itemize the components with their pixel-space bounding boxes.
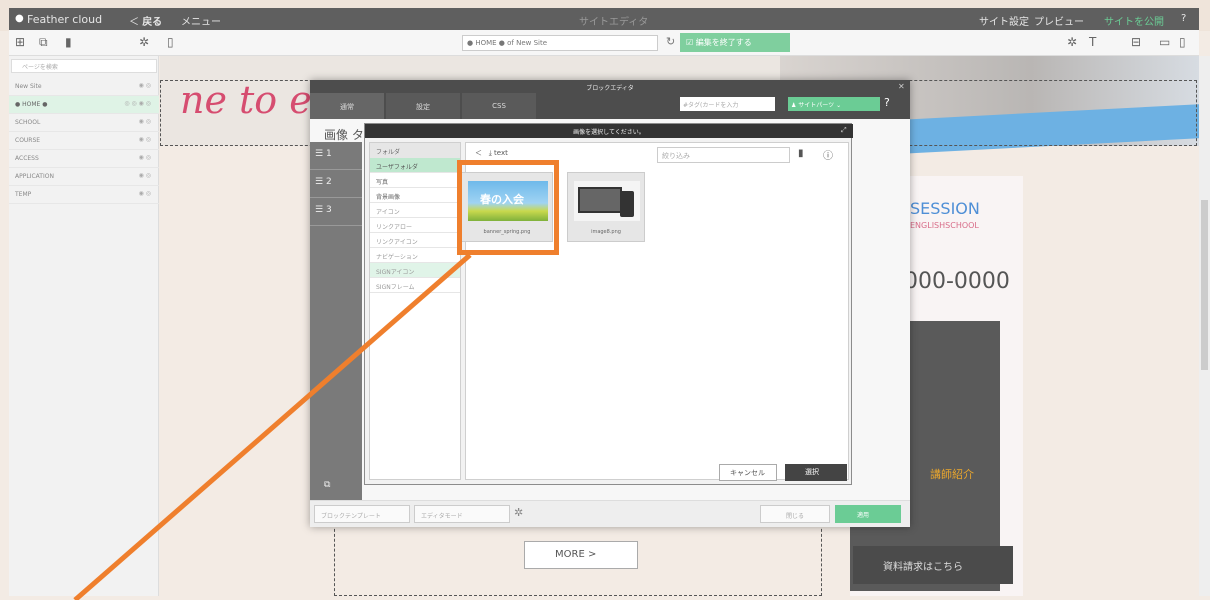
sidebar-item-temp[interactable]: TEMP ◉ ◎ [9,186,159,204]
folder-header: フォルダ [370,143,460,158]
publish-button[interactable]: サイトを公開 [1104,13,1164,28]
monitor-graphic [578,187,622,213]
folder-item-link-icon[interactable]: リンクアイコン [370,233,460,248]
editor-mode-button[interactable]: エディタモード [414,505,510,523]
phone-graphic [620,191,634,217]
preview-button[interactable]: プレビュー [1034,13,1084,28]
mobile-icon[interactable]: ▯ [1179,35,1186,49]
expand-icon[interactable]: ⤢ [841,126,847,135]
file-name: image8.png [591,229,621,235]
panel-icon[interactable]: ▯ [167,35,174,49]
folder-item-navigation[interactable]: ナビゲーション [370,248,460,263]
tab-normal[interactable]: 通常 [310,93,384,119]
chevron-left-icon[interactable]: ＜ [475,149,482,157]
sidebar-item-application[interactable]: APPLICATION ◉ ◎ [9,168,159,186]
phone-number: 000-0000 [904,269,1010,294]
block-row[interactable]: ☰ 2 [310,170,362,198]
tab-css[interactable]: CSS [462,93,536,119]
doc-request-button[interactable]: 資料請求はこちら [853,546,1013,584]
folder-item-sign-frame[interactable]: SIGNフレーム [370,278,460,293]
gear-icon[interactable]: ✲ [514,506,523,519]
reload-icon[interactable]: ↻ [666,35,675,48]
template-button[interactable]: ブロックテンプレート [314,505,410,523]
block-row[interactable]: ☰ 1 [310,142,362,170]
brand-logo: ● [15,13,24,24]
add-page-icon[interactable]: ⊞ [15,35,25,49]
trash-icon[interactable]: ▮ [798,148,804,159]
image-select-dialog: 画像を選択してください。 ⤢ フォルダ ユーザフォルダ 写真 背景画像 アイコン… [364,123,853,485]
thumbnail-image [574,181,640,221]
sidebar-item-home[interactable]: ● HOME ● ◎ ◎ ◉ ◎ [9,96,159,114]
sidebar-item-site[interactable]: New Site ◉ ◎ [9,78,159,96]
session-logo-text: SESSION [910,199,980,218]
brand-name: Feather cloud [27,13,103,26]
block-row-list: ☰ 1 ☰ 2 ☰ 3 [310,142,362,502]
folder-item-icon[interactable]: アイコン [370,203,460,218]
sidebar-item-school[interactable]: SCHOOL ◉ ◎ [9,114,159,132]
scrollbar-thumb[interactable] [1201,200,1208,370]
teacher-banner-text: 講師紹介 [930,468,974,481]
copy-page-icon[interactable]: ⧉ [39,35,48,50]
app-titlebar: ● Feather cloud ＜ 戻る メニュー サイトエディタ サイト設定 … [9,8,1199,30]
folder-item-background[interactable]: 背景画像 [370,188,460,203]
block-row[interactable]: ☰ 3 [310,198,362,226]
close-icon[interactable]: ✕ [898,82,905,91]
page-sidebar: ページを検索 New Site ◉ ◎ ● HOME ● ◎ ◎ ◉ ◎ SCHOO… [9,56,159,596]
english-school-text: ENGLISHSCHOOL [910,221,979,230]
more-button[interactable]: MORE > [524,541,638,569]
center-title: サイトエディタ [579,17,649,28]
folder-item-link-arrow[interactable]: リンクアロー [370,218,460,233]
gear-icon[interactable]: ✲ [1067,35,1077,49]
help-icon[interactable]: ? [884,96,890,109]
folder-path: ＜ ⤓ text [475,149,508,157]
sidebar-item-access[interactable]: ACCESS ◉ ◎ [9,150,159,168]
image-dialog-title: 画像を選択してください。 [365,124,853,138]
file-thumb-image8[interactable]: image8.png [567,172,645,242]
gear-icon[interactable]: ✲ [139,35,149,49]
layout-icon[interactable]: ⊟ [1131,35,1141,49]
select-button[interactable]: 選択 [785,464,847,481]
block-editor-title: ブロックエディタ [310,80,910,93]
sidebar-item-course[interactable]: COURSE ◉ ◎ [9,132,159,150]
filter-input[interactable]: 絞り込み [657,147,790,163]
trash-icon[interactable]: ▮ [65,35,72,49]
highlight-box [457,160,559,255]
text-icon[interactable]: T [1089,35,1096,49]
copy-icon[interactable]: ⧉ [324,480,330,490]
folder-list: フォルダ ユーザフォルダ 写真 背景画像 アイコン リンクアロー リンクアイコン… [369,142,461,480]
upload-icon[interactable]: ⤓ [489,149,492,157]
block-editor-footer: ブロックテンプレート エディタモード ✲ 閉じる 適用 [310,500,910,527]
folder-item-user[interactable]: ユーザフォルダ [370,158,460,173]
folder-item-sign-icon[interactable]: SIGNアイコン [370,263,460,278]
help-icon[interactable]: ? [1181,13,1186,24]
page-search-input[interactable]: ページを検索 [11,59,157,73]
site-settings-button[interactable]: サイト設定 [979,13,1029,28]
tag-input[interactable]: #タグ(カードを入力 [680,97,775,111]
tab-settings[interactable]: 設定 [386,93,460,119]
url-field[interactable]: ● HOME ● of New Site [462,35,658,51]
desktop-icon[interactable]: ▭ [1159,35,1170,49]
cancel-button[interactable]: キャンセル [719,464,777,481]
folder-item-photo[interactable]: 写真 [370,173,460,188]
back-button[interactable]: ＜ 戻る [129,13,162,28]
menu-button[interactable]: メニュー [181,13,221,28]
edit-end-button[interactable]: ☑ 編集を終了する [680,33,790,52]
image-label: 画像 タ [324,128,364,142]
close-button[interactable]: 閉じる [760,505,830,523]
apply-button[interactable]: 適用 [835,505,901,523]
site-parts-button[interactable]: ♟ サイトパーツ ⌄ [788,97,880,111]
info-icon[interactable]: ⓘ [823,147,833,162]
